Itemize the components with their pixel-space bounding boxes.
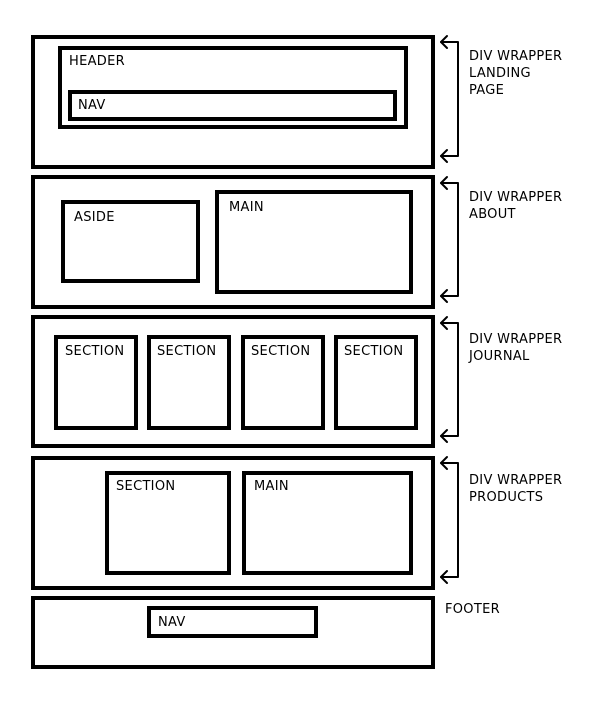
landing-wrapper-label: DIV WRAPPER LANDING PAGE (469, 48, 562, 99)
landing-bracket-arrow-icon (440, 35, 459, 163)
about-bracket-arrow-icon (440, 176, 459, 303)
products-label-line: PRODUCTS (469, 490, 544, 505)
products-label-line: DIV WRAPPER (469, 473, 563, 488)
footer-label: FOOTER (445, 602, 500, 617)
about-label-line: DIV WRAPPER (469, 190, 563, 205)
products-wrapper-label: DIV WRAPPER PRODUCTS (469, 472, 562, 506)
journal-label-line: JOURNAL (469, 349, 530, 364)
landing-label-line: LANDING (469, 66, 531, 81)
products-bracket-arrow-icon (440, 456, 459, 584)
landing-label-line: PAGE (469, 83, 505, 98)
landing-label-line: DIV WRAPPER (469, 49, 563, 64)
about-wrapper-label: DIV WRAPPER ABOUT (469, 189, 562, 223)
journal-bracket-arrow-icon (440, 316, 459, 443)
about-label-line: ABOUT (469, 207, 516, 222)
journal-label-line: DIV WRAPPER (469, 332, 563, 347)
journal-wrapper-label: DIV WRAPPER JOURNAL (469, 331, 562, 365)
